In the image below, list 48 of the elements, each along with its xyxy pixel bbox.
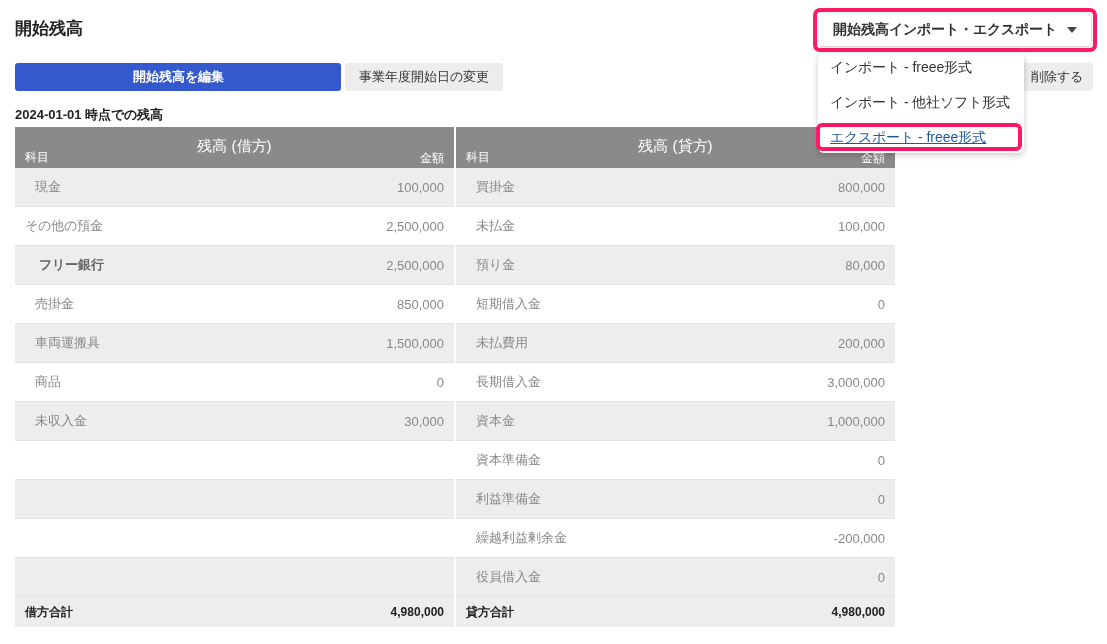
account-cell-text: 繰越利益剰余金 bbox=[475, 529, 567, 547]
amount-cell: 30,000 bbox=[404, 413, 444, 429]
table-title: 残高 (借方) bbox=[197, 137, 272, 156]
column-header: 科目 bbox=[25, 149, 49, 166]
column-header: 科目 bbox=[466, 149, 490, 166]
amount-cell: 3,000,000 bbox=[827, 374, 885, 390]
amount-cell: 200,000 bbox=[838, 335, 885, 351]
amount-cell: 0 bbox=[877, 452, 885, 468]
column-header: 金額 bbox=[420, 150, 444, 167]
account-cell-text: 未払金 bbox=[475, 217, 515, 235]
account-cell-text: 商品 bbox=[34, 373, 61, 391]
account-cell-text: 車両運搬具 bbox=[34, 334, 100, 352]
account-cell-text: 未収入金 bbox=[34, 412, 87, 430]
balance-date-label: 2024-01-01 時点での残高 bbox=[15, 106, 164, 124]
account-cell-text: 未払費用 bbox=[475, 334, 528, 352]
column-header: 金額 bbox=[861, 150, 885, 167]
amount-cell: -200,000 bbox=[833, 530, 885, 546]
table-title: 残高 (貸方) bbox=[638, 137, 713, 156]
total-label: 貸方合計 bbox=[466, 603, 514, 621]
amount-cell: 1,500,000 bbox=[386, 335, 444, 351]
amount-cell: 2,500,000 bbox=[386, 218, 444, 234]
amount-cell: 0 bbox=[877, 569, 885, 585]
account-cell: その他の預金 bbox=[25, 217, 103, 235]
amount-cell: 0 bbox=[877, 491, 885, 507]
total-amount: 4,980,000 bbox=[390, 605, 444, 619]
account-cell-text: 利益準備金 bbox=[475, 490, 541, 508]
account-cell-text: 売掛金 bbox=[34, 295, 74, 313]
amount-cell: 800,000 bbox=[838, 179, 885, 195]
account-cell-text: フリー銀行 bbox=[38, 256, 104, 274]
page-title: 開始残高 bbox=[15, 17, 83, 40]
account-cell-text: 資本金 bbox=[475, 412, 515, 430]
amount-cell: 100,000 bbox=[838, 218, 885, 234]
account-cell-text: 役員借入金 bbox=[475, 568, 541, 586]
amount-cell: 100,000 bbox=[397, 179, 444, 195]
amount-cell: 1,000,000 bbox=[827, 413, 885, 429]
account-cell-text: 預り金 bbox=[475, 256, 515, 274]
total-label: 借方合計 bbox=[25, 603, 73, 621]
account-cell-text: 現金 bbox=[34, 178, 61, 196]
amount-cell: 0 bbox=[877, 296, 885, 312]
account-cell-text: 短期借入金 bbox=[475, 295, 541, 313]
amount-cell: 80,000 bbox=[845, 257, 885, 273]
account-cell-text: 買掛金 bbox=[475, 178, 515, 196]
amount-cell: 850,000 bbox=[397, 296, 444, 312]
account-cell-text: 資本準備金 bbox=[475, 451, 541, 469]
total-amount: 4,980,000 bbox=[831, 605, 885, 619]
account-cell-text: 長期借入金 bbox=[475, 373, 541, 391]
amount-cell: 0 bbox=[436, 374, 444, 390]
amount-cell: 2,500,000 bbox=[386, 257, 444, 273]
